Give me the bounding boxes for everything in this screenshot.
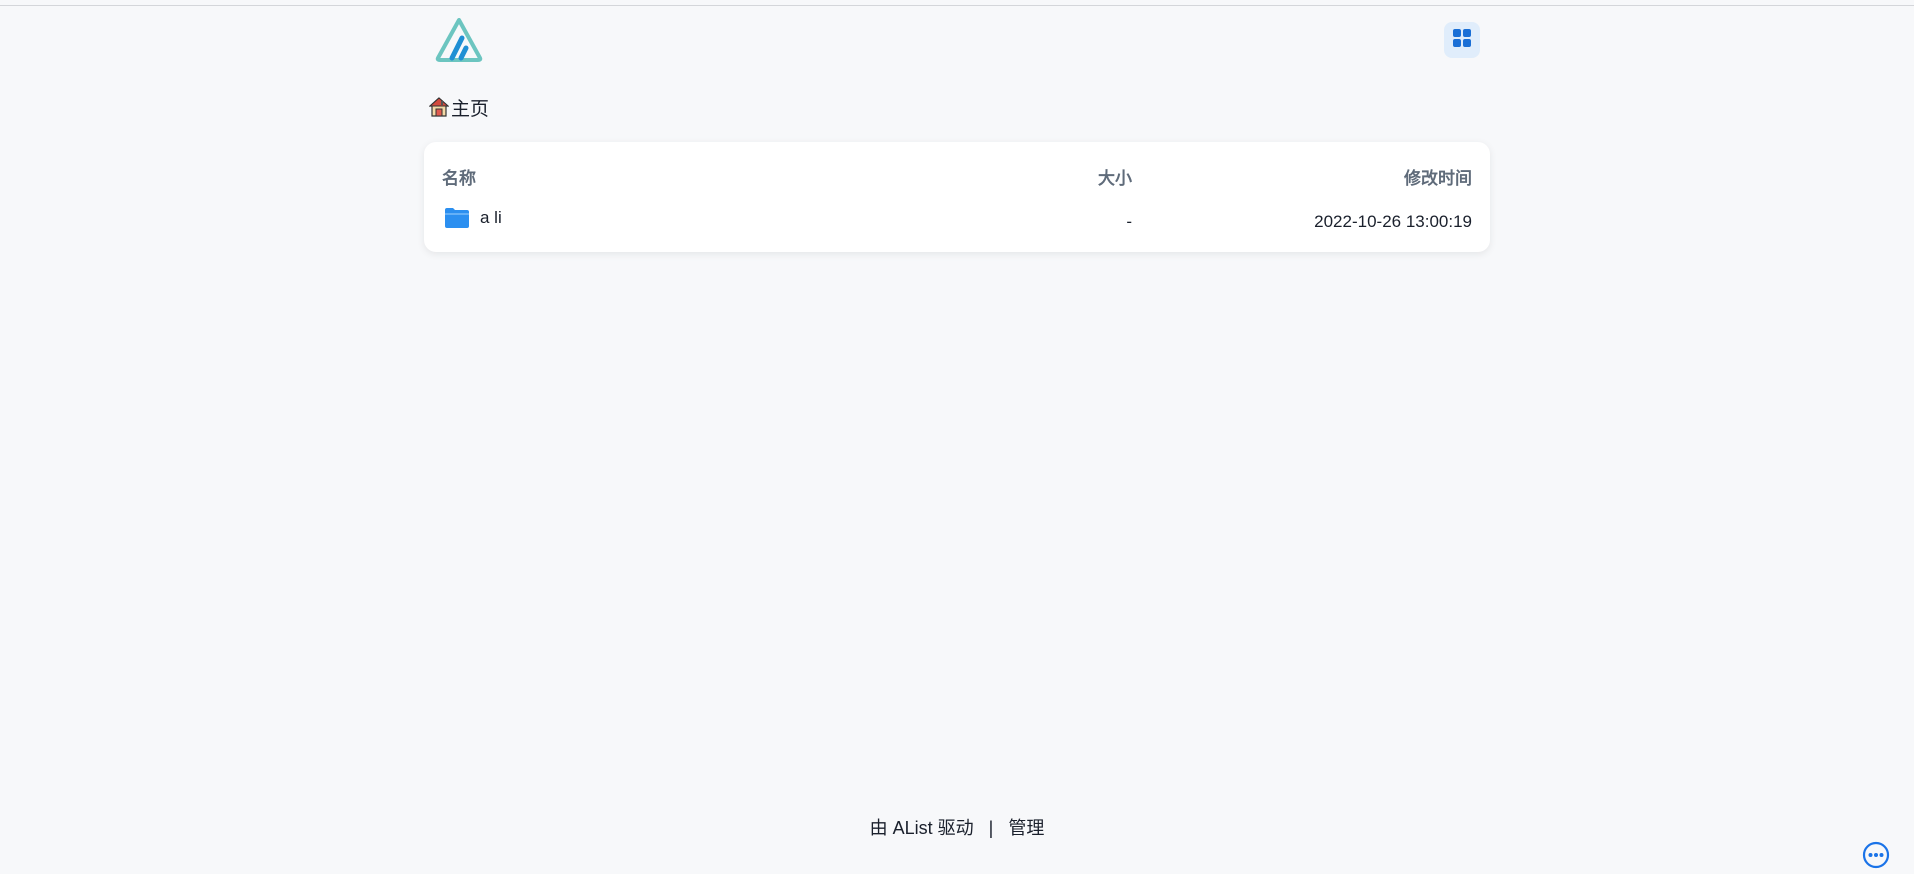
file-row-size: - — [1126, 212, 1132, 231]
file-row-a-li[interactable]: a li - 2022-10-26 13:00:19 — [442, 204, 1472, 238]
file-row-modified: 2022-10-26 13:00:19 — [1314, 212, 1472, 231]
file-list-header: 名称 大小 修改时间 — [442, 160, 1472, 189]
column-header-size[interactable]: 大小 — [1098, 164, 1132, 189]
home-icon — [429, 96, 449, 118]
file-row-name-cell: a li — [444, 207, 502, 229]
breadcrumb-home[interactable]: 主页 — [429, 94, 489, 120]
breadcrumb-home-label: 主页 — [451, 98, 490, 120]
file-row-name: a li — [480, 208, 502, 227]
column-header-modified[interactable]: 修改时间 — [1404, 164, 1472, 189]
footer-separator: | — [988, 818, 994, 838]
header — [424, 18, 1490, 64]
page: 主页 名称 大小 修改时间 a li - 2022-10-26 13:00:19… — [0, 0, 1914, 873]
manage-link[interactable]: 管理 — [1008, 818, 1044, 838]
powered-by-link[interactable]: 由 AList 驱动 — [870, 818, 974, 838]
file-list-panel: 名称 大小 修改时间 a li - 2022-10-26 13:00:19 — [424, 142, 1490, 252]
more-icon — [1862, 841, 1890, 873]
window-top-border — [0, 0, 1914, 6]
folder-icon — [444, 207, 470, 229]
footer: 由 AList 驱动 | 管理 — [0, 814, 1914, 840]
layout-toggle-button[interactable] — [1444, 22, 1480, 58]
column-header-name[interactable]: 名称 — [442, 164, 476, 189]
alist-logo-icon[interactable] — [434, 18, 484, 62]
grid-view-icon — [1452, 28, 1472, 53]
more-options-button[interactable] — [1862, 841, 1890, 869]
